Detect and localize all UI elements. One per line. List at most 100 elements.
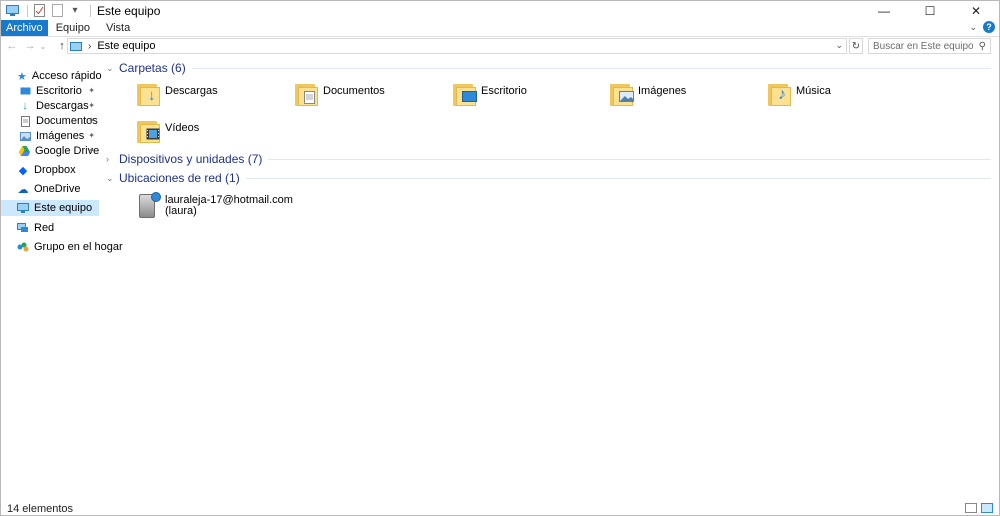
view-toggle xyxy=(965,503,993,513)
chevron-down-icon[interactable]: ⌄ xyxy=(106,173,116,184)
sidebar-item-red[interactable]: Red xyxy=(17,220,101,236)
recent-locations-icon[interactable]: ⌄ xyxy=(39,38,47,54)
ribbon-tabs: Archivo Equipo Vista ⌄ ? xyxy=(1,20,999,37)
documents-folder-icon xyxy=(295,82,319,106)
homegroup-icon xyxy=(17,241,29,253)
sidebar-item-escritorio[interactable]: Escritorio ✦ xyxy=(19,83,99,99)
sidebar-item-dropbox[interactable]: ◆ Dropbox xyxy=(17,162,101,178)
music-folder-icon: ♪ xyxy=(768,82,792,106)
folder-descargas[interactable]: ↓ Descargas xyxy=(137,82,218,106)
refresh-button[interactable]: ↻ xyxy=(849,38,863,54)
sidebar-item-label: Red xyxy=(34,222,55,234)
pin-icon[interactable]: ✦ xyxy=(88,131,95,140)
search-box[interactable]: ⚲ xyxy=(868,38,991,54)
sidebar-item-label: Descargas xyxy=(36,100,89,112)
divider xyxy=(90,4,91,17)
folder-videos[interactable]: Vídeos xyxy=(137,119,199,143)
sidebar-item-este-equipo[interactable]: Este equipo xyxy=(1,200,99,216)
search-input[interactable] xyxy=(873,40,973,52)
pin-icon[interactable]: ✦ xyxy=(88,101,95,110)
desktop-folder-icon xyxy=(453,82,477,106)
pin-icon[interactable]: ✦ xyxy=(88,86,95,95)
star-icon: ★ xyxy=(17,70,27,83)
group-header-carpetas[interactable]: ⌄ Carpetas (6) xyxy=(106,60,991,76)
breadcrumb[interactable]: Este equipo xyxy=(97,40,155,52)
window-controls: — ☐ ✕ xyxy=(861,1,999,20)
large-icons-view-button[interactable] xyxy=(981,503,993,513)
chevron-right-icon[interactable]: › xyxy=(106,154,116,164)
chevron-down-icon[interactable]: ⌄ xyxy=(106,63,116,74)
network-location[interactable]: lauraleja-17@hotmail.com (laura) xyxy=(137,192,293,218)
expand-ribbon-icon[interactable]: ⌄ xyxy=(969,22,977,33)
customize-toolbar-icon[interactable]: ▾ xyxy=(68,4,82,18)
computer-icon xyxy=(5,4,19,18)
sidebar-item-label: Acceso rápido xyxy=(31,70,102,82)
sidebar-item-label: Escritorio xyxy=(36,85,82,97)
sidebar-item-documentos[interactable]: Documentos ✦ xyxy=(19,113,99,129)
group-header-ubicaciones-red[interactable]: ⌄ Ubicaciones de red (1) xyxy=(106,170,991,186)
download-icon: ↓ xyxy=(22,100,28,112)
properties-icon[interactable] xyxy=(32,4,46,18)
close-button[interactable]: ✕ xyxy=(953,1,999,20)
details-view-button[interactable] xyxy=(965,503,977,513)
back-button[interactable]: ← xyxy=(5,38,19,54)
pin-icon[interactable]: ✦ xyxy=(88,146,95,155)
folder-label: Documentos xyxy=(323,85,385,97)
title-bar: ▾ Este equipo — ☐ ✕ xyxy=(1,1,999,20)
address-dropdown-icon[interactable]: ⌄ xyxy=(835,40,843,51)
desktop-icon xyxy=(19,85,31,97)
group-header-label: Carpetas (6) xyxy=(119,61,186,75)
divider xyxy=(268,158,991,160)
downloads-folder-icon: ↓ xyxy=(137,82,161,106)
tab-equipo[interactable]: Equipo xyxy=(48,20,98,36)
folder-musica[interactable]: ♪ Música xyxy=(768,82,831,106)
folder-imagenes[interactable]: Imágenes xyxy=(610,82,686,106)
folder-documentos[interactable]: Documentos xyxy=(295,82,385,106)
dropbox-icon: ◆ xyxy=(18,164,28,177)
network-location-user: (laura) xyxy=(165,205,197,217)
divider xyxy=(245,177,991,179)
google-drive-icon xyxy=(19,145,30,157)
group-header-dispositivos[interactable]: › Dispositivos y unidades (7) xyxy=(106,151,991,167)
image-icon xyxy=(19,130,31,142)
document-icon xyxy=(19,115,31,127)
group-header-label: Dispositivos y unidades (7) xyxy=(119,152,263,166)
content-pane: ⌄ Carpetas (6) ↓ Descargas Documentos Es… xyxy=(101,57,999,497)
navigation-pane: ★ Acceso rápido Escritorio ✦ ↓ Descargas… xyxy=(1,61,123,501)
folder-label: Vídeos xyxy=(165,122,200,134)
window-title: Este equipo xyxy=(97,3,161,18)
new-folder-icon[interactable] xyxy=(50,4,64,18)
folder-label: Música xyxy=(796,85,831,97)
tab-vista[interactable]: Vista xyxy=(98,20,138,36)
sidebar-item-acceso-rapido[interactable]: ★ Acceso rápido xyxy=(17,68,102,84)
sidebar-item-grupo-en-el-hogar[interactable]: Grupo en el hogar xyxy=(17,239,123,255)
search-icon[interactable]: ⚲ xyxy=(979,41,986,52)
maximize-button[interactable]: ☐ xyxy=(907,1,953,20)
sidebar-item-label: Este equipo xyxy=(34,202,93,214)
computer-icon xyxy=(70,41,82,51)
group-header-label: Ubicaciones de red (1) xyxy=(119,171,240,185)
network-icon xyxy=(17,222,29,234)
navigation-bar: ← → ⌄ ↑ › Este equipo ⌄ ↻ ⚲ xyxy=(1,37,999,55)
minimize-button[interactable]: — xyxy=(861,1,907,20)
address-bar[interactable]: › Este equipo ⌄ xyxy=(67,38,847,54)
pictures-folder-icon xyxy=(610,82,634,106)
explorer-window: ▾ Este equipo — ☐ ✕ Archivo Equipo Vista… xyxy=(0,0,1000,516)
pin-icon[interactable]: ✦ xyxy=(88,116,95,125)
help-icon[interactable]: ? xyxy=(983,21,995,33)
folder-label: Descargas xyxy=(165,85,218,97)
folder-label: Escritorio xyxy=(481,85,527,97)
breadcrumb-separator[interactable]: › xyxy=(88,41,91,52)
forward-button[interactable]: → xyxy=(23,38,37,54)
sidebar-item-imagenes[interactable]: Imágenes ✦ xyxy=(19,128,99,144)
sidebar-item-label: Imágenes xyxy=(36,130,85,142)
folder-escritorio[interactable]: Escritorio xyxy=(453,82,527,106)
videos-folder-icon xyxy=(137,119,161,143)
sidebar-item-google-drive[interactable]: Google Drive ✦ xyxy=(19,143,99,159)
tab-archivo[interactable]: Archivo xyxy=(1,20,48,36)
network-drive-icon xyxy=(137,192,161,218)
sidebar-item-onedrive[interactable]: ☁ OneDrive xyxy=(17,181,101,197)
quick-access-toolbar: ▾ xyxy=(1,1,95,20)
divider xyxy=(191,67,991,69)
sidebar-item-descargas[interactable]: ↓ Descargas ✦ xyxy=(19,98,99,114)
